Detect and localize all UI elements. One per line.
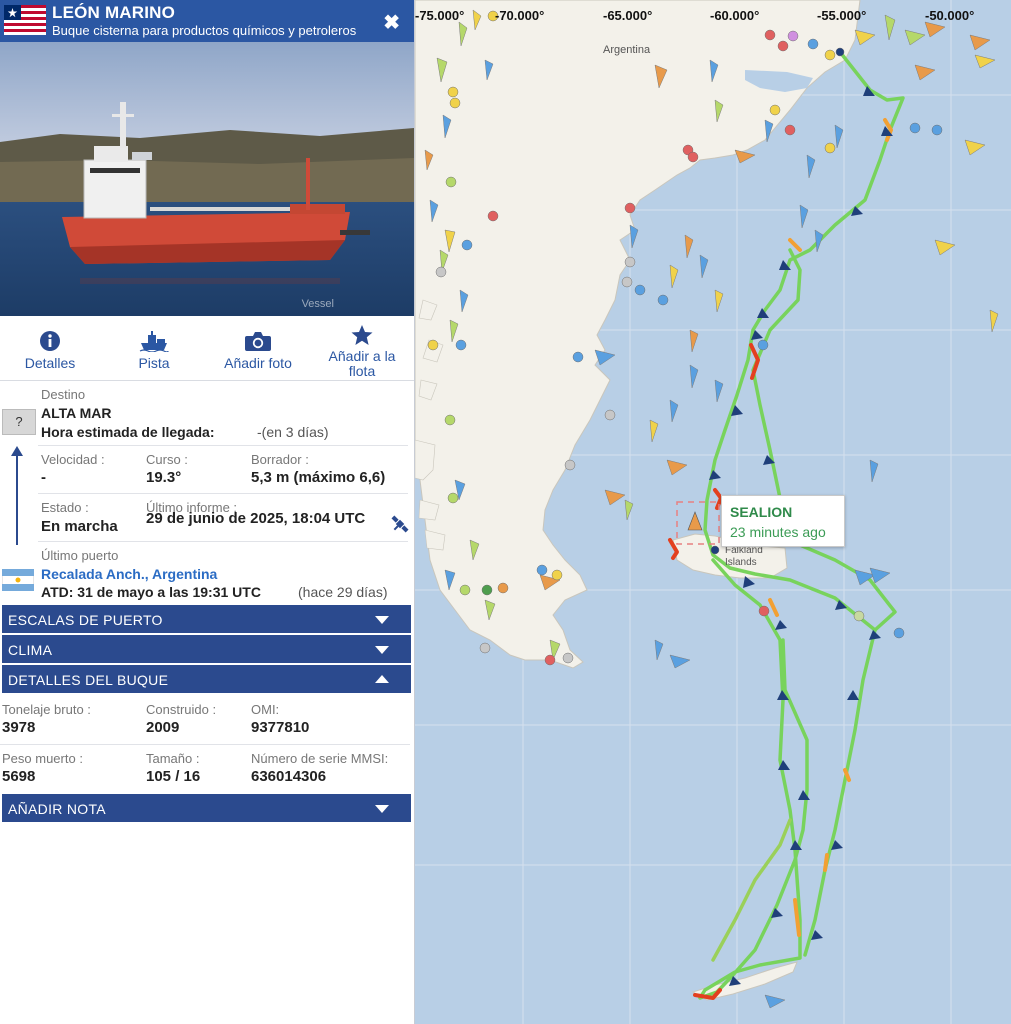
map-canvas[interactable] [415,0,1011,1024]
atd-value: ATD: 31 de mayo a las 19:31 UTC [41,584,261,600]
star-icon [351,325,373,345]
info-icon [40,331,60,351]
longitude-label: -70.000° [495,8,545,23]
liberia-flag-icon [4,5,46,35]
size-value: 105 / 16 [146,768,201,785]
satellite-icon [391,515,409,533]
tab-add-fleet-label: Añadir a la flota [328,348,396,379]
vessel-photo [0,42,414,316]
tab-add-photo-label: Añadir foto [224,355,292,371]
longitude-label: -75.000° [415,8,465,23]
built-label: Construido : [146,702,217,717]
accordion-port-calls[interactable]: ESCALAS DE PUERTO [2,605,411,633]
longitude-label: -65.000° [603,8,653,23]
divider [38,445,408,446]
tab-track-label: Pista [138,355,170,371]
accordion-port-calls-label: ESCALAS DE PUERTO [8,612,163,628]
deadweight-value: 5698 [2,768,36,785]
eta-value: -(en 3 días) [257,424,329,440]
argentina-flag-icon [2,569,34,591]
accordion-vessel-details-label: DETALLES DEL BUQUE [8,672,169,688]
gross-tonnage-label: Tonelaje bruto : [2,702,91,717]
status-label: Estado : [41,500,89,515]
unknown-port-icon: ? [2,409,36,435]
built-value: 2009 [146,719,180,736]
accordion-add-note-label: AÑADIR NOTA [8,801,106,817]
gross-tonnage-value: 3978 [2,719,36,736]
draught-label: Borrador : [251,452,309,467]
tab-details-label: Detalles [24,355,76,371]
draught-value: 5,3 m (máximo 6,6) [251,469,386,486]
vessel-name: LEÓN MARINO [52,3,176,22]
imo-label: OMI: [251,702,280,717]
chevron-down-icon [375,616,389,624]
tooltip-last-seen: 23 minutes ago [730,524,826,540]
tab-details[interactable]: Detalles [12,318,88,380]
imo-value: 9377810 [251,719,310,736]
voyage-progress-arrow [11,446,23,545]
vessel-panel: LEÓN MARINO Buque cisterna para producto… [0,0,415,1024]
status-value: En marcha [41,518,118,535]
divider [38,493,408,494]
divider [38,541,408,542]
accordion-add-note[interactable]: AÑADIR NOTA [2,794,411,822]
longitude-label: -50.000° [925,8,975,23]
island-label: Falkland Islands [725,545,763,568]
photo-watermark: Vessel [301,298,334,310]
camera-icon [245,332,271,351]
atd-ago: (hace 29 días) [298,584,388,600]
action-tabs: Detalles Pista Añadir foto Añadir a la f… [0,318,414,381]
last-port-link[interactable]: Recalada Anch., Argentina [41,566,217,582]
course-value: 19.3° [146,469,182,486]
chevron-down-icon [375,805,389,813]
ship-track-icon [139,331,169,352]
mmsi-value: 636014306 [251,768,327,785]
longitude-label: -60.000° [710,8,760,23]
speed-value: - [41,469,46,486]
course-label: Curso : [146,452,188,467]
tooltip-vessel-name: SEALION [730,504,793,520]
close-icon[interactable]: ✖ [383,10,400,35]
speed-label: Velocidad : [41,452,105,467]
accordion-weather-label: CLIMA [8,642,53,658]
size-label: Tamaño : [146,751,200,766]
tab-add-photo[interactable]: Añadir foto [212,318,304,380]
accordion-vessel-details[interactable]: DETALLES DEL BUQUE [2,665,411,693]
eta-label: Hora estimada de llegada: [41,424,215,440]
destination-value: ALTA MAR [41,405,112,421]
chevron-down-icon [375,646,389,654]
longitude-label: -55.000° [817,8,867,23]
chevron-up-icon [375,675,389,683]
country-label: Argentina [603,44,651,56]
south-america-landmass [415,0,861,669]
deadweight-label: Peso muerto : [2,751,83,766]
destination-label: Destino [41,387,86,402]
vessel-map[interactable]: -75.000° -70.000° -65.000° -60.000° -55.… [415,0,1011,1024]
divider [0,744,410,745]
vessel-type: Buque cisterna para productos químicos y… [52,23,357,38]
tab-track[interactable]: Pista [114,318,194,380]
vessel-tooltip[interactable]: SEALION 23 minutes ago [721,495,845,547]
tab-add-fleet[interactable]: Añadir a la flota [318,318,406,380]
last-port-label: Último puerto [41,548,119,563]
accordion-weather[interactable]: CLIMA [2,635,411,663]
last-report-value: 29 de junio de 2025, 18:04 UTC [146,510,366,527]
target-vessel-marker[interactable] [687,511,703,531]
mmsi-label: Número de serie MMSI: [251,751,389,766]
vessel-title-bar: LEÓN MARINO Buque cisterna para producto… [0,0,414,42]
